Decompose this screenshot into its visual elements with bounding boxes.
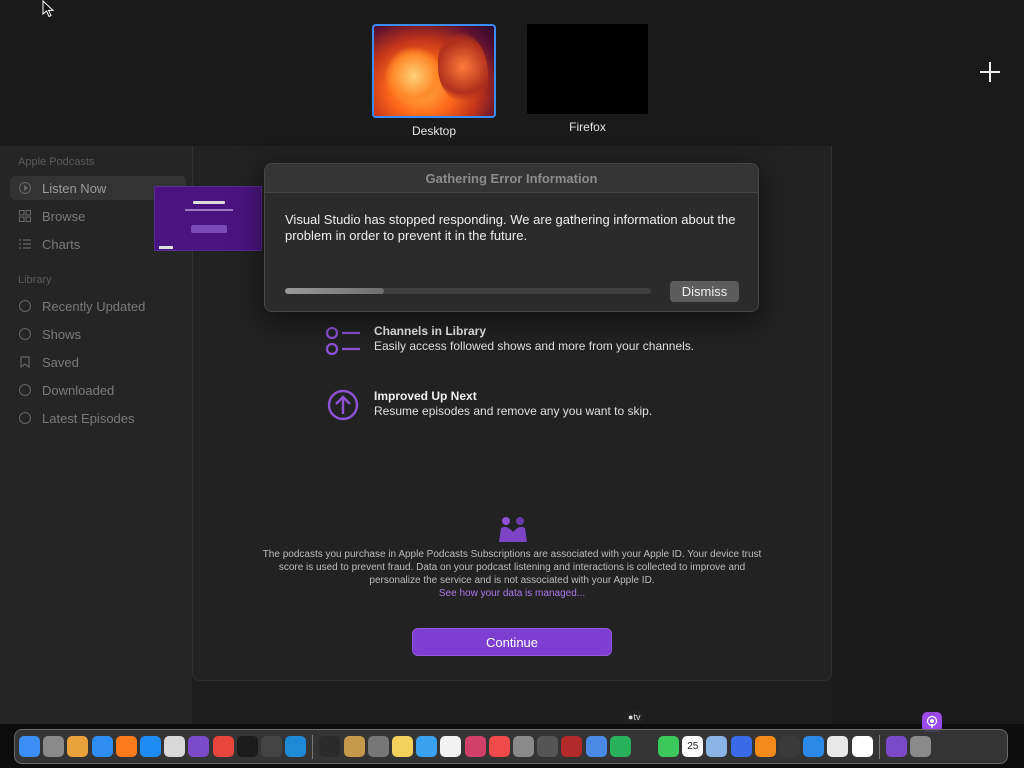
icloud-icon[interactable] — [416, 736, 438, 757]
sidebar-item-recently-updated[interactable]: Recently Updated — [10, 294, 186, 318]
up-arrow-circle-icon — [324, 389, 362, 427]
app-store-icon[interactable] — [139, 736, 161, 757]
find-my-icon[interactable] — [609, 736, 631, 757]
safari-icon[interactable] — [91, 736, 113, 757]
progress-fill — [285, 288, 384, 294]
mouse-cursor-icon — [42, 0, 55, 18]
error-dialog: Gathering Error Information Visual Studi… — [264, 163, 759, 312]
dialog-message: Visual Studio has stopped responding. We… — [285, 212, 736, 243]
visual-studio-icon[interactable] — [188, 736, 210, 757]
news-icon[interactable] — [488, 736, 510, 757]
feature-title: Channels in Library — [374, 324, 487, 338]
orl-icon[interactable] — [851, 736, 873, 757]
sidebar-item-label: Charts — [42, 236, 81, 252]
privacy-text: The podcasts you purchase in Apple Podca… — [262, 549, 762, 586]
feature-up-next: Improved Up Next Resume episodes and rem… — [324, 389, 652, 427]
launchpad-icon[interactable] — [67, 736, 89, 757]
calendar-icon[interactable]: 25 — [682, 736, 704, 757]
dock-separator — [878, 734, 880, 759]
privacy-notice: The podcasts you purchase in Apple Podca… — [262, 548, 762, 600]
sidebar-item-downloaded[interactable]: Downloaded — [10, 378, 186, 402]
sidebar-item-label: Recently Updated — [42, 298, 146, 314]
textedit-icon[interactable] — [164, 736, 186, 757]
space-desktop[interactable]: Desktop — [372, 24, 496, 138]
trash-icon[interactable] — [910, 736, 932, 757]
sidebar-item-saved[interactable]: Saved — [10, 350, 186, 374]
play-circle-icon — [18, 181, 32, 195]
chrome-icon[interactable] — [212, 736, 234, 757]
shortcuts-icon[interactable] — [464, 736, 486, 757]
desktop-thumbnail[interactable] — [372, 24, 496, 118]
sidebar-item-label: Saved — [42, 354, 79, 370]
feature-description: Easily access followed shows and more fr… — [374, 339, 695, 353]
calculator-icon[interactable] — [779, 736, 800, 757]
podcast-icon — [18, 327, 32, 341]
grid-icon — [18, 209, 32, 223]
space-label-firefox: Firefox — [569, 120, 606, 134]
bookmark-icon — [18, 355, 32, 369]
dock: 25 — [14, 729, 1008, 764]
feature-title: Improved Up Next — [374, 389, 477, 403]
list-icon — [18, 237, 32, 251]
firefox-icon[interactable] — [115, 736, 137, 757]
space-firefox[interactable]: Firefox — [527, 24, 648, 134]
dialog-title: Gathering Error Information — [265, 164, 758, 193]
podcasts-window-thumbnail[interactable] — [154, 186, 262, 251]
clock-icon[interactable] — [827, 736, 849, 757]
download-icon — [18, 383, 32, 397]
sidebar-item-label: Latest Episodes — [42, 410, 135, 426]
books-icon[interactable] — [754, 736, 776, 757]
keynote-icon[interactable] — [803, 736, 825, 757]
background-area — [832, 146, 1024, 724]
stack-icon — [18, 411, 32, 425]
terminal-icon[interactable] — [236, 736, 258, 757]
feature-description: Resume episodes and remove any you want … — [374, 404, 653, 418]
plus-icon[interactable] — [974, 56, 1006, 88]
privacy-link[interactable]: See how your data is managed... — [262, 587, 762, 600]
dismiss-button[interactable]: Dismiss — [670, 281, 739, 302]
sidebar-item-latest-episodes[interactable]: Latest Episodes — [10, 406, 186, 430]
progress-bar — [285, 288, 651, 294]
notes-icon[interactable] — [392, 736, 413, 757]
apple-tv-text: tv — [633, 712, 641, 722]
continue-button[interactable]: Continue — [412, 628, 612, 656]
mission-control-spaces-bar: Desktop Firefox — [0, 0, 1024, 146]
instruments-icon[interactable] — [319, 736, 341, 757]
paint-icon[interactable] — [260, 736, 282, 757]
sidebar-section-apple-podcasts: Apple Podcasts — [18, 156, 95, 168]
channels-icon — [324, 324, 362, 362]
screen: { "spaces": { "items": [ {"label": "Desk… — [0, 0, 1024, 768]
system-settings-icon[interactable] — [43, 736, 65, 757]
sidebar-item-label: Downloaded — [42, 382, 115, 398]
clock-icon — [18, 299, 32, 313]
stickies-icon[interactable] — [730, 736, 752, 757]
podcasts-window-icon[interactable] — [885, 736, 907, 757]
sidebar-item-label: Shows — [42, 326, 82, 342]
messages-icon[interactable] — [658, 736, 680, 757]
reminders-icon[interactable] — [440, 736, 462, 757]
font-book-icon[interactable] — [512, 736, 534, 757]
dock-separator — [312, 734, 314, 759]
screenshot-icon[interactable] — [367, 736, 389, 757]
people-handshake-icon — [499, 517, 527, 542]
dictionary-icon[interactable] — [561, 736, 583, 757]
sidebar-item-label: Listen Now — [42, 180, 107, 196]
sidebar-item-label: Browse — [42, 208, 86, 224]
sidebar-section-library: Library — [18, 274, 52, 286]
space-label-desktop: Desktop — [411, 124, 457, 138]
preview-icon[interactable] — [706, 736, 728, 757]
apple-tv-badge: ●tv — [625, 711, 644, 723]
grapher-icon[interactable] — [585, 736, 607, 757]
archive-icon[interactable] — [343, 736, 365, 757]
feature-channels: Channels in Library Easily access follow… — [324, 324, 694, 362]
chess-icon[interactable] — [537, 736, 559, 757]
sidebar-item-shows[interactable]: Shows — [10, 322, 186, 346]
finder-icon[interactable] — [19, 736, 40, 757]
vscode-icon[interactable] — [285, 736, 307, 757]
voice-memos-icon[interactable] — [633, 736, 655, 757]
firefox-thumbnail[interactable] — [527, 24, 648, 114]
